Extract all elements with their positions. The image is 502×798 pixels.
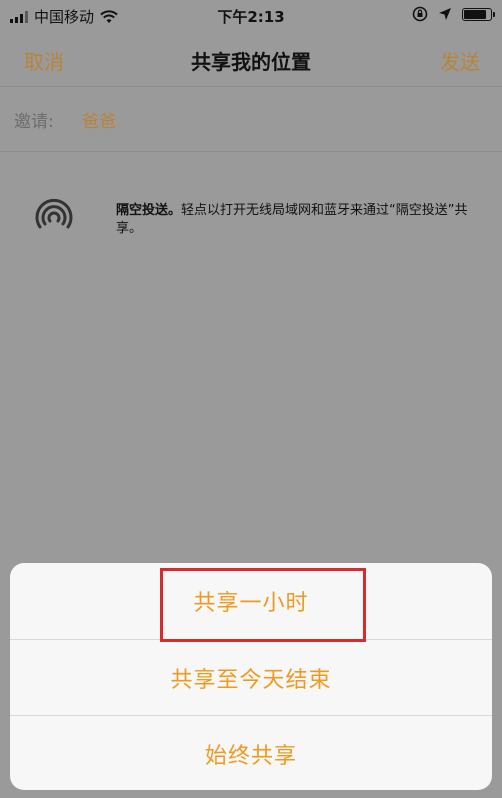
invite-label: 邀请: (14, 112, 54, 132)
page-title: 共享我的位置 (191, 50, 311, 74)
share-indefinitely-option[interactable]: 始终共享 (10, 715, 492, 790)
send-button[interactable]: 发送 (440, 46, 480, 75)
airdrop-description[interactable]: 隔空投送。轻点以打开无线局域网和蓝牙来通过“隔空投送”共享。 (116, 202, 486, 238)
airdrop-title: 隔空投送。 (116, 203, 182, 218)
battery-icon (462, 7, 495, 21)
invite-row[interactable]: 邀请: 爸爸 (0, 87, 502, 152)
orientation-lock-icon (412, 6, 428, 22)
airdrop-icon[interactable] (30, 193, 78, 241)
navigation-bar: 取消 共享我的位置 发送 (0, 32, 502, 87)
share-duration-sheet: 共享一小时 共享至今天结束 始终共享 (10, 563, 492, 790)
share-until-end-of-day-option[interactable]: 共享至今天结束 (10, 639, 492, 715)
location-arrow-icon (439, 8, 451, 20)
invite-recipient[interactable]: 爸爸 (82, 107, 116, 132)
status-bar: 中国移动 下午2:13 (0, 0, 502, 32)
battery-fill (464, 9, 487, 19)
highlight-box (160, 568, 366, 642)
status-right (412, 6, 495, 22)
